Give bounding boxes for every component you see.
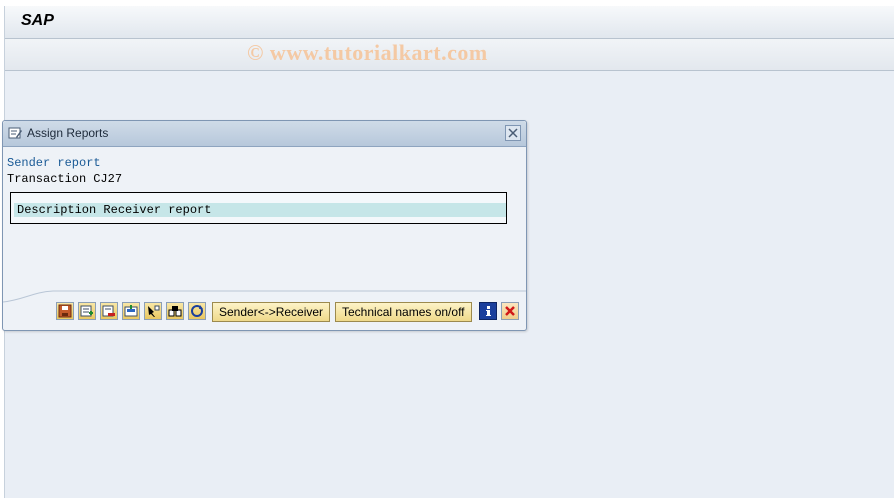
sender-receiver-button[interactable]: Sender<->Receiver bbox=[212, 302, 331, 322]
cancel-icon[interactable] bbox=[501, 302, 519, 320]
sender-report-label: Sender report bbox=[7, 156, 101, 170]
watermark: © www.tutorialkart.com bbox=[247, 40, 488, 65]
save-icon[interactable] bbox=[56, 302, 74, 320]
transaction-line: Transaction CJ27 bbox=[7, 172, 122, 186]
dialog-header: Assign Reports bbox=[3, 121, 526, 147]
insert-row-icon[interactable] bbox=[122, 302, 140, 320]
receiver-report-list: Description Receiver report bbox=[10, 192, 507, 224]
list-header-row[interactable]: Description Receiver report bbox=[14, 203, 506, 217]
find-icon[interactable] bbox=[166, 302, 184, 320]
edit-window-icon bbox=[8, 126, 22, 140]
dialog-title: Assign Reports bbox=[27, 126, 109, 140]
close-icon[interactable] bbox=[505, 125, 521, 141]
info-icon[interactable] bbox=[479, 302, 497, 320]
list-header-text: Description Receiver report bbox=[17, 203, 212, 217]
assign-reports-dialog: Assign Reports Sender report Transaction… bbox=[2, 120, 527, 331]
transaction-label: Transaction bbox=[7, 172, 87, 186]
transaction-value: CJ27 bbox=[93, 172, 123, 186]
app-title: SAP bbox=[21, 12, 54, 29]
delete-row-icon[interactable] bbox=[100, 302, 118, 320]
select-icon[interactable] bbox=[144, 302, 162, 320]
refresh-icon[interactable] bbox=[188, 302, 206, 320]
new-entry-icon[interactable] bbox=[78, 302, 96, 320]
title-bar: SAP bbox=[5, 6, 894, 39]
technical-names-button[interactable]: Technical names on/off bbox=[335, 302, 472, 322]
